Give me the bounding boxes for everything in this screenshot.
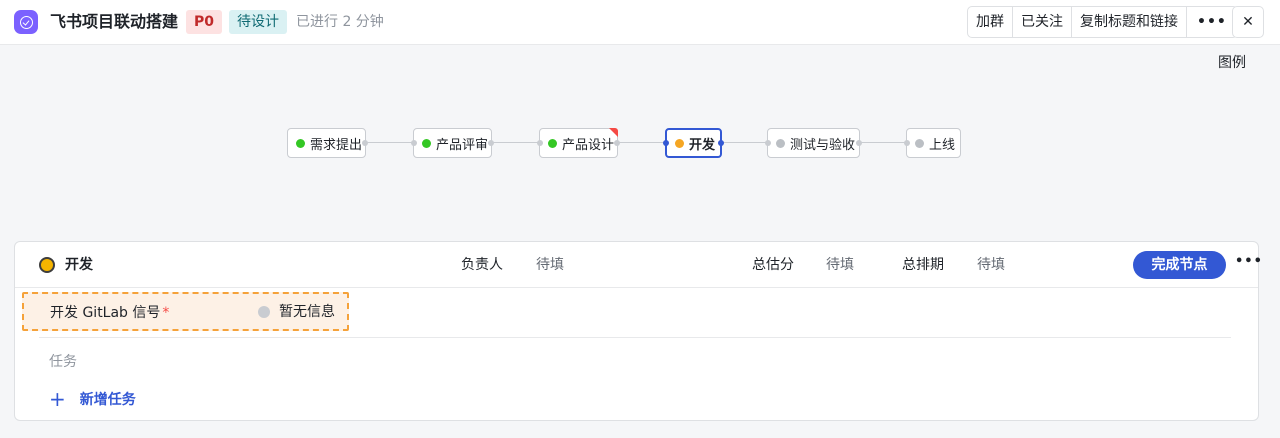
complete-node-button[interactable]: 完成节点 [1133, 251, 1226, 279]
flag-corner-icon [609, 128, 618, 137]
owner-field[interactable]: 待填 [536, 255, 564, 275]
plus-icon: + [49, 387, 66, 411]
flow-node-product-design[interactable]: 产品设计 [537, 128, 620, 158]
priority-badge[interactable]: P0 [186, 10, 223, 34]
estimate-label: 总估分 [752, 257, 794, 273]
port-icon [765, 140, 771, 146]
flow-node-testing[interactable]: 测试与验收 [765, 128, 862, 158]
flow-node-requirement[interactable]: 需求提出 [287, 128, 368, 158]
legend-button[interactable]: 图例 [1218, 52, 1246, 72]
port-icon [488, 140, 494, 146]
gitlab-signal-value: 暂无信息 [279, 304, 335, 320]
flow-connector [366, 142, 414, 143]
schedule-label: 总排期 [902, 257, 944, 273]
header-actions: 加群 已关注 复制标题和链接 ••• [967, 6, 1238, 38]
flow-node-release[interactable]: 上线 [904, 128, 961, 158]
stage-status-icon [39, 257, 55, 273]
flow-node-label: 上线 [929, 137, 956, 153]
following-button[interactable]: 已关注 [1013, 7, 1072, 37]
port-icon [663, 140, 669, 146]
top-bar: 飞书项目联动搭建 P0 待设计 已进行 2 分钟 加群 已关注 复制标题和链接 … [0, 0, 1280, 45]
port-icon [856, 140, 862, 146]
page-title: 飞书项目联动搭建 [50, 12, 179, 31]
join-group-button[interactable]: 加群 [968, 7, 1013, 37]
port-icon [614, 140, 620, 146]
status-dot-icon [776, 138, 785, 148]
stage-name: 开发 [65, 257, 93, 273]
flow-node-development[interactable]: 开发 [663, 128, 724, 158]
port-icon [537, 140, 543, 146]
flow-node-label: 需求提出 [310, 137, 363, 153]
flow-node-label: 产品评审 [436, 137, 489, 153]
status-dot-icon [296, 138, 305, 148]
schedule-field[interactable]: 待填 [977, 255, 1005, 275]
status-dot-icon [548, 138, 557, 148]
add-task-label: 新增任务 [79, 392, 136, 408]
status-dot-icon [915, 138, 924, 148]
stage-detail-panel: 开发 负责人 待填 总估分 待填 总排期 待填 完成节点 ••• 开发 GitL… [14, 241, 1262, 421]
copy-title-link-button[interactable]: 复制标题和链接 [1072, 7, 1187, 37]
signal-status-dot-icon [258, 306, 270, 318]
required-marker: * [162, 305, 170, 321]
more-icon[interactable]: ••• [1187, 7, 1237, 37]
flow-connector [859, 142, 907, 143]
status-dot-icon [675, 138, 684, 148]
app-check-icon [14, 10, 38, 34]
port-icon [718, 140, 724, 146]
add-task-button[interactable]: + 新增任务 [49, 389, 136, 409]
signal-label-text: 开发 GitLab 信号 [50, 305, 161, 321]
flow-connector [721, 142, 768, 143]
estimate-field[interactable]: 待填 [826, 255, 854, 275]
flow-node-label: 测试与验收 [790, 137, 856, 153]
gitlab-signal-field[interactable]: 开发 GitLab 信号 * 暂无信息 [22, 292, 349, 331]
divider [39, 337, 1231, 338]
stage-header: 开发 负责人 待填 总估分 待填 总排期 待填 完成节点 ••• [15, 242, 1262, 288]
tasks-section-title: 任务 [49, 354, 77, 370]
owner-label: 负责人 [461, 257, 503, 273]
gitlab-signal-label: 开发 GitLab 信号 * [50, 304, 169, 322]
port-icon [904, 140, 910, 146]
close-icon[interactable]: ✕ [1232, 6, 1264, 38]
flow-node-label: 产品设计 [562, 137, 615, 153]
port-icon [411, 140, 417, 146]
flow-connector [618, 142, 666, 143]
flow-node-label: 开发 [689, 137, 716, 153]
flow-node-product-review[interactable]: 产品评审 [411, 128, 494, 158]
flow-connector [492, 142, 540, 143]
elapsed-time: 已进行 2 分钟 [296, 14, 384, 30]
more-icon[interactable]: ••• [1235, 254, 1263, 269]
status-badge[interactable]: 待设计 [229, 10, 287, 34]
status-dot-icon [422, 138, 431, 148]
port-icon [362, 140, 368, 146]
